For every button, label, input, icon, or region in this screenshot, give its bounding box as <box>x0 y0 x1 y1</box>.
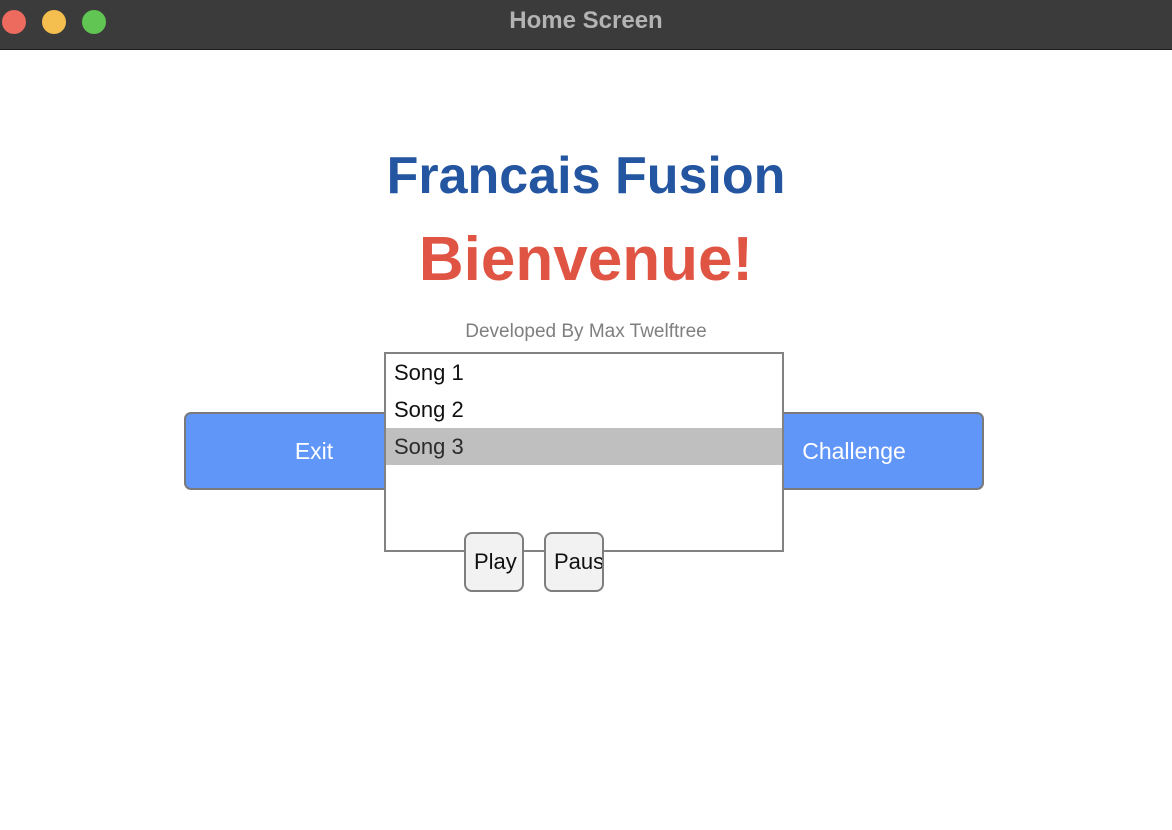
song-list-item-selected[interactable]: Song 3 <box>386 428 782 465</box>
app-window: Home Screen Francais Fusion Bienvenue! D… <box>0 0 1172 830</box>
window-title: Home Screen <box>509 7 663 34</box>
app-title: Francais Fusion <box>386 147 786 205</box>
welcome-heading: Bienvenue! <box>418 225 754 294</box>
song-list-item[interactable]: Song 1 <box>386 354 782 391</box>
song-listbox[interactable]: Song 1 Song 2 Song 3 <box>384 352 784 552</box>
play-button[interactable]: Play <box>464 532 524 592</box>
title-bar: Home Screen <box>0 0 1172 50</box>
song-list-item[interactable]: Song 2 <box>386 391 782 428</box>
developer-credit: Developed By Max Twelftree <box>465 321 707 342</box>
pause-button[interactable]: Pause <box>544 532 604 592</box>
